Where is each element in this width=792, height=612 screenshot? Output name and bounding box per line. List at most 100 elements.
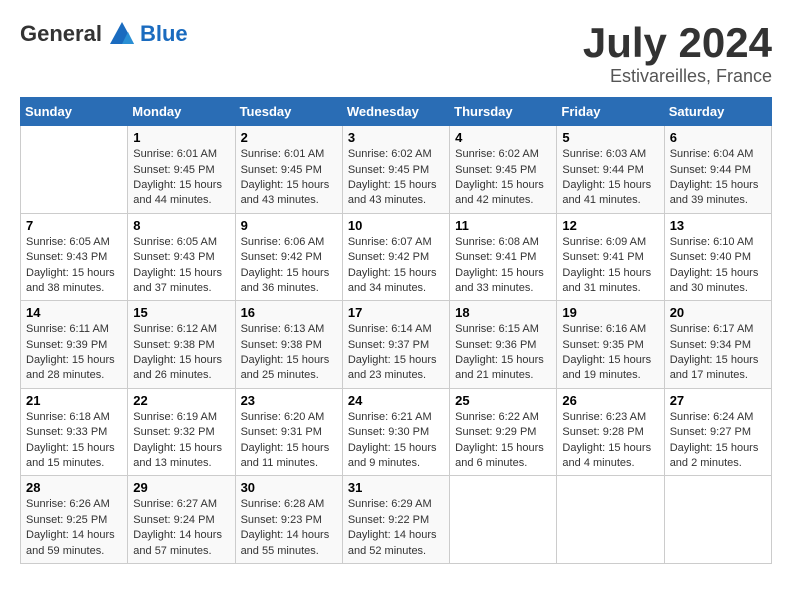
day-number: 16 (241, 305, 337, 320)
day-number: 20 (670, 305, 766, 320)
calendar-cell: 23 Sunrise: 6:20 AM Sunset: 9:31 PM Dayli… (235, 388, 342, 476)
calendar-cell: 17 Sunrise: 6:14 AM Sunset: 9:37 PM Dayli… (342, 301, 449, 389)
day-number: 17 (348, 305, 444, 320)
calendar-cell: 19 Sunrise: 6:16 AM Sunset: 9:35 PM Dayli… (557, 301, 664, 389)
calendar-cell: 5Sunrise: 6:03 AM Sunset: 9:44 PM Daylig… (557, 126, 664, 214)
logo: General Blue (20, 20, 188, 48)
calendar-cell: 31Sunrise: 6:29 AM Sunset: 9:22 PM Dayli… (342, 476, 449, 564)
day-number: 19 (562, 305, 658, 320)
calendar-cell: 8 Sunrise: 6:05 AM Sunset: 9:43 PM Daylig… (128, 213, 235, 301)
day-info: Sunrise: 6:21 AM Sunset: 9:30 PM Dayligh… (348, 410, 444, 472)
day-number: 3 (348, 130, 444, 145)
calendar-cell: 4Sunrise: 6:02 AM Sunset: 9:45 PM Daylig… (450, 126, 557, 214)
month-title: July 2024 (583, 20, 772, 66)
day-info: Sunrise: 6:16 AM Sunset: 9:35 PM Dayligh… (562, 322, 658, 384)
day-info: Sunrise: 6:28 AM Sunset: 9:23 PM Dayligh… (241, 497, 337, 559)
calendar-cell (450, 476, 557, 564)
day-info: Sunrise: 6:01 AM Sunset: 9:45 PM Dayligh… (241, 147, 337, 209)
day-number: 23 (241, 393, 337, 408)
day-number: 14 (26, 305, 122, 320)
day-number: 24 (348, 393, 444, 408)
day-number: 15 (133, 305, 229, 320)
day-info: Sunrise: 6:03 AM Sunset: 9:44 PM Dayligh… (562, 147, 658, 209)
calendar-cell: 2 Sunrise: 6:01 AM Sunset: 9:45 PM Daylig… (235, 126, 342, 214)
calendar-cell: 24 Sunrise: 6:21 AM Sunset: 9:30 PM Dayli… (342, 388, 449, 476)
day-number: 22 (133, 393, 229, 408)
logo-text-general: General (20, 21, 102, 47)
day-number: 21 (26, 393, 122, 408)
calendar-week-3: 14 Sunrise: 6:11 AM Sunset: 9:39 PM Dayli… (21, 301, 772, 389)
page-header: General Blue July 2024 Estivareilles, Fr… (20, 20, 772, 87)
day-info: Sunrise: 6:29 AM Sunset: 9:22 PM Dayligh… (348, 497, 444, 559)
calendar-cell: 3Sunrise: 6:02 AM Sunset: 9:45 PM Daylig… (342, 126, 449, 214)
calendar-cell: 1 Sunrise: 6:01 AM Sunset: 9:45 PM Daylig… (128, 126, 235, 214)
day-info: Sunrise: 6:19 AM Sunset: 9:32 PM Dayligh… (133, 410, 229, 472)
day-info: Sunrise: 6:27 AM Sunset: 9:24 PM Dayligh… (133, 497, 229, 559)
day-info: Sunrise: 6:24 AM Sunset: 9:27 PM Dayligh… (670, 410, 766, 472)
day-number: 2 (241, 130, 337, 145)
logo-text-blue: Blue (140, 21, 188, 47)
calendar-cell: 28 Sunrise: 6:26 AM Sunset: 9:25 PM Dayli… (21, 476, 128, 564)
calendar-week-5: 28 Sunrise: 6:26 AM Sunset: 9:25 PM Dayli… (21, 476, 772, 564)
title-area: July 2024 Estivareilles, France (583, 20, 772, 87)
day-info: Sunrise: 6:08 AM Sunset: 9:41 PM Dayligh… (455, 235, 551, 297)
calendar-week-1: 1 Sunrise: 6:01 AM Sunset: 9:45 PM Daylig… (21, 126, 772, 214)
day-info: Sunrise: 6:15 AM Sunset: 9:36 PM Dayligh… (455, 322, 551, 384)
day-info: Sunrise: 6:09 AM Sunset: 9:41 PM Dayligh… (562, 235, 658, 297)
day-number: 1 (133, 130, 229, 145)
day-info: Sunrise: 6:18 AM Sunset: 9:33 PM Dayligh… (26, 410, 122, 472)
calendar-cell: 25Sunrise: 6:22 AM Sunset: 9:29 PM Dayli… (450, 388, 557, 476)
calendar-cell: 12 Sunrise: 6:09 AM Sunset: 9:41 PM Dayli… (557, 213, 664, 301)
calendar-cell: 26Sunrise: 6:23 AM Sunset: 9:28 PM Dayli… (557, 388, 664, 476)
location-title: Estivareilles, France (583, 66, 772, 87)
day-info: Sunrise: 6:01 AM Sunset: 9:45 PM Dayligh… (133, 147, 229, 209)
day-number: 7 (26, 218, 122, 233)
calendar-table: Sunday Monday Tuesday Wednesday Thursday… (20, 97, 772, 564)
logo-icon (108, 20, 136, 48)
calendar-header-row: Sunday Monday Tuesday Wednesday Thursday… (21, 98, 772, 126)
day-number: 8 (133, 218, 229, 233)
day-number: 9 (241, 218, 337, 233)
day-info: Sunrise: 6:05 AM Sunset: 9:43 PM Dayligh… (26, 235, 122, 297)
day-number: 30 (241, 480, 337, 495)
day-number: 6 (670, 130, 766, 145)
calendar-cell: 30 Sunrise: 6:28 AM Sunset: 9:23 PM Dayli… (235, 476, 342, 564)
calendar-cell: 21 Sunrise: 6:18 AM Sunset: 9:33 PM Dayli… (21, 388, 128, 476)
day-info: Sunrise: 6:20 AM Sunset: 9:31 PM Dayligh… (241, 410, 337, 472)
day-number: 18 (455, 305, 551, 320)
calendar-cell: 29 Sunrise: 6:27 AM Sunset: 9:24 PM Dayli… (128, 476, 235, 564)
day-number: 29 (133, 480, 229, 495)
calendar-week-2: 7 Sunrise: 6:05 AM Sunset: 9:43 PM Daylig… (21, 213, 772, 301)
col-thursday: Thursday (450, 98, 557, 126)
calendar-cell: 18 Sunrise: 6:15 AM Sunset: 9:36 PM Dayli… (450, 301, 557, 389)
day-info: Sunrise: 6:26 AM Sunset: 9:25 PM Dayligh… (26, 497, 122, 559)
day-number: 13 (670, 218, 766, 233)
col-tuesday: Tuesday (235, 98, 342, 126)
day-info: Sunrise: 6:05 AM Sunset: 9:43 PM Dayligh… (133, 235, 229, 297)
day-info: Sunrise: 6:07 AM Sunset: 9:42 PM Dayligh… (348, 235, 444, 297)
calendar-cell: 10Sunrise: 6:07 AM Sunset: 9:42 PM Dayli… (342, 213, 449, 301)
day-info: Sunrise: 6:02 AM Sunset: 9:45 PM Dayligh… (455, 147, 551, 209)
calendar-cell: 22 Sunrise: 6:19 AM Sunset: 9:32 PM Dayli… (128, 388, 235, 476)
day-number: 26 (562, 393, 658, 408)
calendar-cell: 14 Sunrise: 6:11 AM Sunset: 9:39 PM Dayli… (21, 301, 128, 389)
day-number: 28 (26, 480, 122, 495)
day-number: 27 (670, 393, 766, 408)
calendar-cell: 11 Sunrise: 6:08 AM Sunset: 9:41 PM Dayli… (450, 213, 557, 301)
col-sunday: Sunday (21, 98, 128, 126)
day-info: Sunrise: 6:11 AM Sunset: 9:39 PM Dayligh… (26, 322, 122, 384)
day-info: Sunrise: 6:06 AM Sunset: 9:42 PM Dayligh… (241, 235, 337, 297)
day-number: 11 (455, 218, 551, 233)
calendar-cell (664, 476, 771, 564)
day-info: Sunrise: 6:04 AM Sunset: 9:44 PM Dayligh… (670, 147, 766, 209)
col-friday: Friday (557, 98, 664, 126)
calendar-cell: 9 Sunrise: 6:06 AM Sunset: 9:42 PM Daylig… (235, 213, 342, 301)
day-number: 12 (562, 218, 658, 233)
day-info: Sunrise: 6:22 AM Sunset: 9:29 PM Dayligh… (455, 410, 551, 472)
calendar-cell: 20Sunrise: 6:17 AM Sunset: 9:34 PM Dayli… (664, 301, 771, 389)
day-info: Sunrise: 6:10 AM Sunset: 9:40 PM Dayligh… (670, 235, 766, 297)
calendar-cell: 13 Sunrise: 6:10 AM Sunset: 9:40 PM Dayli… (664, 213, 771, 301)
day-info: Sunrise: 6:14 AM Sunset: 9:37 PM Dayligh… (348, 322, 444, 384)
col-monday: Monday (128, 98, 235, 126)
day-info: Sunrise: 6:13 AM Sunset: 9:38 PM Dayligh… (241, 322, 337, 384)
